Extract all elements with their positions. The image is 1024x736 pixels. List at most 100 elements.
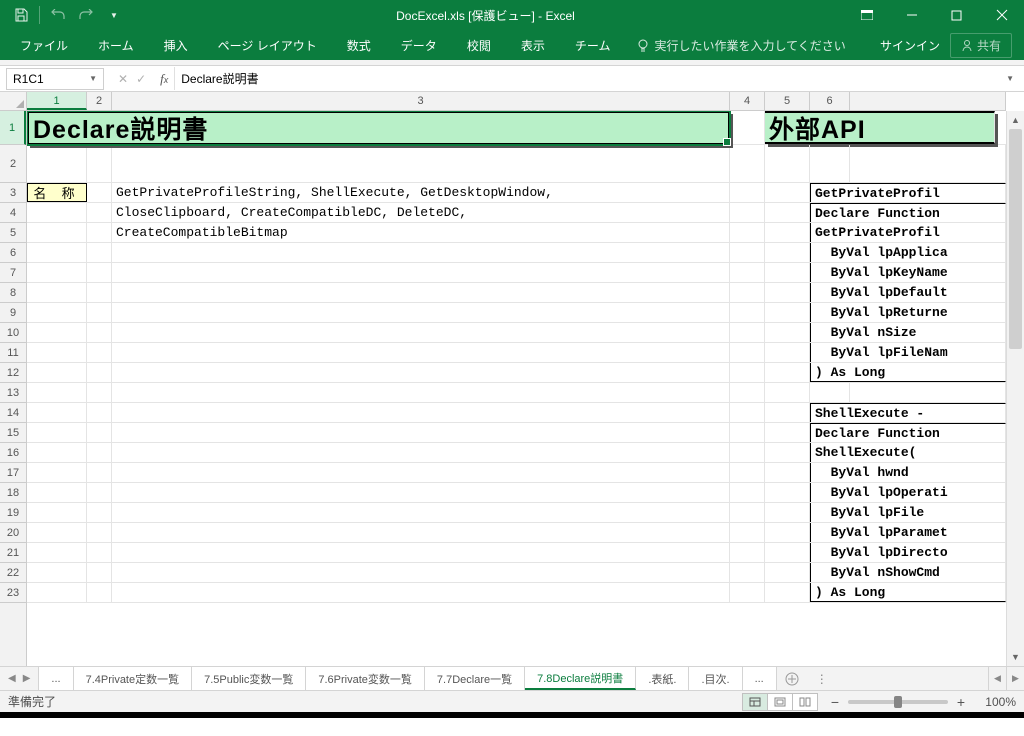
- cell[interactable]: [850, 145, 1006, 182]
- cell[interactable]: [112, 543, 730, 562]
- tab-insert[interactable]: 挿入: [150, 31, 202, 60]
- cell[interactable]: [730, 203, 765, 222]
- row-header[interactable]: 19: [0, 503, 26, 523]
- cell[interactable]: CreateCompatibleBitmap: [112, 223, 730, 242]
- cell[interactable]: ) As Long: [810, 363, 1006, 382]
- cell[interactable]: [765, 483, 810, 502]
- row-header[interactable]: 18: [0, 483, 26, 503]
- row-header[interactable]: 10: [0, 323, 26, 343]
- row-header[interactable]: 17: [0, 463, 26, 483]
- tab-home[interactable]: ホーム: [84, 31, 148, 60]
- cell[interactable]: [730, 403, 765, 422]
- cell[interactable]: [112, 503, 730, 522]
- row-header[interactable]: 23: [0, 583, 26, 603]
- cell[interactable]: [810, 145, 850, 182]
- row-header[interactable]: 7: [0, 263, 26, 283]
- tab-file[interactable]: ファイル: [6, 31, 82, 60]
- qat-customize-icon[interactable]: ▼: [101, 2, 127, 28]
- sheet-tab-more-prev[interactable]: ...: [39, 667, 73, 690]
- redo-button[interactable]: [73, 2, 99, 28]
- sheet-tab-more-next[interactable]: ...: [743, 667, 777, 690]
- signin-link[interactable]: サインイン: [880, 37, 940, 54]
- row-header[interactable]: 9: [0, 303, 26, 323]
- cell[interactable]: [730, 583, 765, 602]
- cell[interactable]: [850, 383, 1006, 402]
- cell[interactable]: [27, 343, 87, 362]
- cell[interactable]: [87, 563, 112, 582]
- row-header[interactable]: 15: [0, 423, 26, 443]
- cell[interactable]: [765, 145, 810, 182]
- cell[interactable]: [27, 283, 87, 302]
- cell[interactable]: [112, 523, 730, 542]
- cell[interactable]: [112, 483, 730, 502]
- hscroll-right-icon[interactable]: ▶: [1006, 667, 1024, 690]
- save-icon[interactable]: [8, 2, 34, 28]
- col-header[interactable]: 6: [810, 92, 850, 110]
- zoom-value[interactable]: 100%: [974, 695, 1016, 709]
- cell[interactable]: [27, 583, 87, 602]
- sheet-tab[interactable]: 7.7Declare一覧: [425, 667, 525, 690]
- cell[interactable]: [112, 423, 730, 442]
- cell[interactable]: [27, 563, 87, 582]
- cell[interactable]: [27, 323, 87, 342]
- zoom-out-button[interactable]: −: [828, 694, 842, 710]
- cell[interactable]: [730, 523, 765, 542]
- cell[interactable]: [112, 363, 730, 382]
- cell[interactable]: [87, 303, 112, 322]
- cell[interactable]: [27, 243, 87, 262]
- cell[interactable]: [730, 111, 765, 144]
- cell[interactable]: ByVal lpParamet: [810, 523, 1006, 542]
- cell[interactable]: [87, 443, 112, 462]
- cell[interactable]: [27, 263, 87, 282]
- cell[interactable]: [765, 523, 810, 542]
- row-header[interactable]: 21: [0, 543, 26, 563]
- cell[interactable]: [112, 563, 730, 582]
- cell[interactable]: [730, 383, 765, 402]
- cell[interactable]: CloseClipboard, CreateCompatibleDC, Dele…: [112, 203, 730, 222]
- cell[interactable]: [765, 443, 810, 462]
- cell[interactable]: ) As Long: [810, 583, 1006, 602]
- row-header[interactable]: 4: [0, 203, 26, 223]
- cell[interactable]: [87, 263, 112, 282]
- cell[interactable]: [810, 383, 850, 402]
- cell[interactable]: [87, 423, 112, 442]
- col-header[interactable]: 2: [87, 92, 112, 110]
- cell[interactable]: [730, 243, 765, 262]
- ribbon-display-button[interactable]: [844, 0, 889, 30]
- chevron-down-icon[interactable]: ▼: [89, 74, 97, 83]
- cell[interactable]: [27, 443, 87, 462]
- row-header[interactable]: 13: [0, 383, 26, 403]
- cell[interactable]: [730, 443, 765, 462]
- cell[interactable]: [765, 563, 810, 582]
- cell[interactable]: [27, 145, 87, 182]
- row-header[interactable]: 12: [0, 363, 26, 383]
- cell[interactable]: [87, 483, 112, 502]
- cell[interactable]: ShellExecute -: [810, 403, 1006, 422]
- cell[interactable]: [730, 543, 765, 562]
- view-normal-button[interactable]: [742, 693, 768, 711]
- tab-formulas[interactable]: 数式: [333, 31, 385, 60]
- cell[interactable]: [27, 403, 87, 422]
- cell[interactable]: [730, 283, 765, 302]
- cell[interactable]: [765, 423, 810, 442]
- cell[interactable]: [730, 263, 765, 282]
- maximize-button[interactable]: [934, 0, 979, 30]
- cell[interactable]: [87, 223, 112, 242]
- tab-data[interactable]: データ: [387, 31, 451, 60]
- cell[interactable]: [27, 423, 87, 442]
- cell[interactable]: GetPrivateProfil: [810, 183, 1006, 202]
- cell[interactable]: [730, 183, 765, 202]
- row-header[interactable]: 16: [0, 443, 26, 463]
- cell[interactable]: [112, 463, 730, 482]
- fx-icon[interactable]: fx: [154, 71, 174, 87]
- sheet-nav-next-icon[interactable]: ▶: [21, 673, 33, 684]
- cell[interactable]: [730, 363, 765, 382]
- cell[interactable]: [112, 303, 730, 322]
- row-header[interactable]: 3: [0, 183, 26, 203]
- cell[interactable]: ByVal nShowCmd: [810, 563, 1006, 582]
- cell[interactable]: [27, 543, 87, 562]
- cell[interactable]: [765, 383, 810, 402]
- cell[interactable]: [112, 403, 730, 422]
- cell[interactable]: [765, 323, 810, 342]
- cell[interactable]: [87, 323, 112, 342]
